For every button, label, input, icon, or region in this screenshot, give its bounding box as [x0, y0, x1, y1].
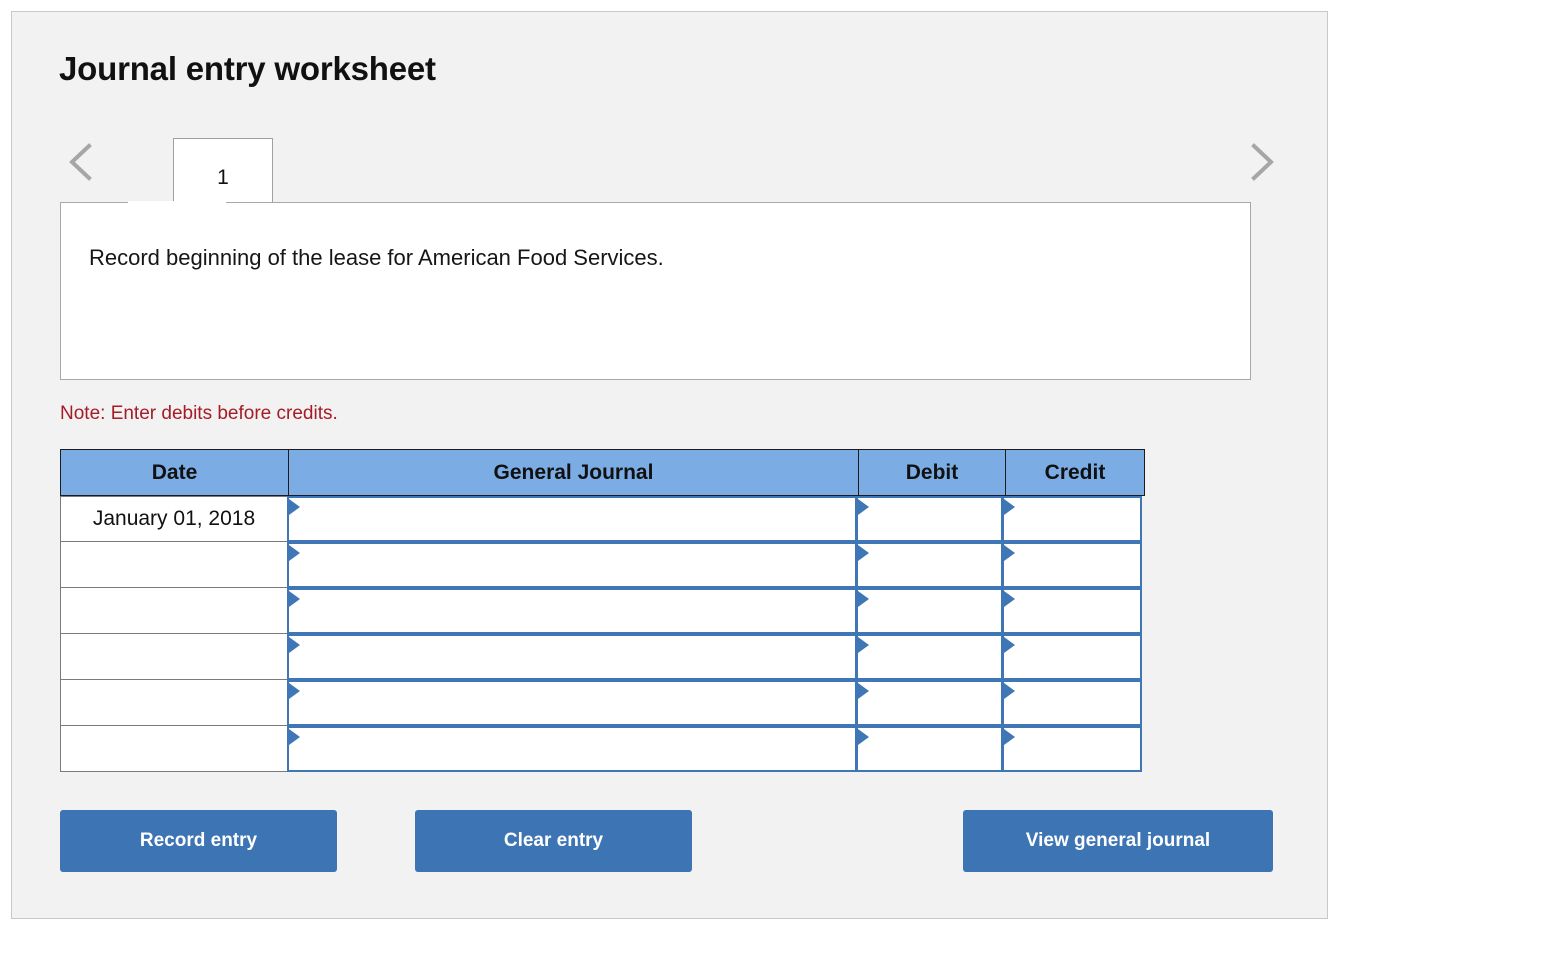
tab-strip: 1 — [59, 124, 1299, 216]
journal-entry-table: Date General Journal Debit Credit Januar… — [60, 449, 1152, 772]
cell-marker-icon — [289, 499, 300, 515]
cell-marker-icon — [858, 683, 869, 699]
record-entry-button[interactable]: Record entry — [60, 810, 337, 872]
clear-entry-button[interactable]: Clear entry — [415, 810, 692, 872]
row-1-date-cell — [60, 542, 288, 588]
row-4-general-journal-input[interactable] — [287, 680, 857, 726]
cell-marker-icon — [858, 637, 869, 653]
row-5-credit-input[interactable] — [1002, 726, 1142, 772]
cell-marker-icon — [858, 499, 869, 515]
cell-marker-icon — [1004, 683, 1015, 699]
cell-marker-icon — [1004, 499, 1015, 515]
next-entry-button[interactable] — [1244, 140, 1278, 184]
row-4-debit-input[interactable] — [856, 680, 1003, 726]
table-row: January 01, 2018 — [60, 496, 1152, 542]
row-4-date-cell — [60, 680, 288, 726]
row-4-credit-input[interactable] — [1002, 680, 1142, 726]
cell-marker-icon — [289, 591, 300, 607]
row-1-general-journal-input[interactable] — [287, 542, 857, 588]
table-row — [60, 634, 1152, 680]
row-3-general-journal-input[interactable] — [287, 634, 857, 680]
column-header-debit: Debit — [858, 449, 1005, 496]
cell-marker-icon — [1004, 591, 1015, 607]
previous-entry-button[interactable] — [65, 140, 99, 184]
entry-description-text: Record beginning of the lease for Americ… — [89, 245, 664, 270]
column-header-date: Date — [60, 449, 288, 496]
journal-entry-worksheet-panel: Journal entry worksheet 1 Record beginni… — [11, 11, 1328, 919]
table-header-row: Date General Journal Debit Credit — [60, 449, 1152, 496]
column-header-credit: Credit — [1005, 449, 1145, 496]
table-row — [60, 542, 1152, 588]
cell-marker-icon — [858, 545, 869, 561]
row-2-date-cell — [60, 588, 288, 634]
row-3-debit-input[interactable] — [856, 634, 1003, 680]
cell-marker-icon — [289, 729, 300, 745]
row-0-debit-input[interactable] — [856, 496, 1003, 542]
page-title: Journal entry worksheet — [59, 50, 436, 87]
chevron-right-icon — [1251, 143, 1274, 181]
table-row — [60, 726, 1152, 772]
cell-marker-icon — [858, 729, 869, 745]
table-row — [60, 680, 1152, 726]
row-5-debit-input[interactable] — [856, 726, 1003, 772]
row-3-credit-input[interactable] — [1002, 634, 1142, 680]
chevron-left-icon — [69, 143, 92, 181]
cell-marker-icon — [289, 637, 300, 653]
row-2-credit-input[interactable] — [1002, 588, 1142, 634]
entry-description-panel: Record beginning of the lease for Americ… — [60, 202, 1251, 380]
table-row — [60, 588, 1152, 634]
row-0-general-journal-input[interactable] — [287, 496, 857, 542]
cell-marker-icon — [858, 591, 869, 607]
column-header-general-journal: General Journal — [288, 449, 858, 496]
row-2-general-journal-input[interactable] — [287, 588, 857, 634]
row-5-general-journal-input[interactable] — [287, 726, 857, 772]
cell-marker-icon — [1004, 637, 1015, 653]
row-1-credit-input[interactable] — [1002, 542, 1142, 588]
cell-marker-icon — [289, 545, 300, 561]
cell-marker-icon — [1004, 545, 1015, 561]
row-1-debit-input[interactable] — [856, 542, 1003, 588]
debits-before-credits-note: Note: Enter debits before credits. — [60, 403, 338, 424]
cell-marker-icon — [1004, 729, 1015, 745]
row-2-debit-input[interactable] — [856, 588, 1003, 634]
row-0-credit-input[interactable] — [1002, 496, 1142, 542]
row-3-date-cell — [60, 634, 288, 680]
row-0-date-cell: January 01, 2018 — [60, 496, 288, 542]
cell-marker-icon — [289, 683, 300, 699]
row-5-date-cell — [60, 726, 288, 772]
view-general-journal-button[interactable]: View general journal — [963, 810, 1273, 872]
tab-entry-1-label: 1 — [217, 165, 229, 189]
active-tab-notch — [128, 201, 226, 204]
